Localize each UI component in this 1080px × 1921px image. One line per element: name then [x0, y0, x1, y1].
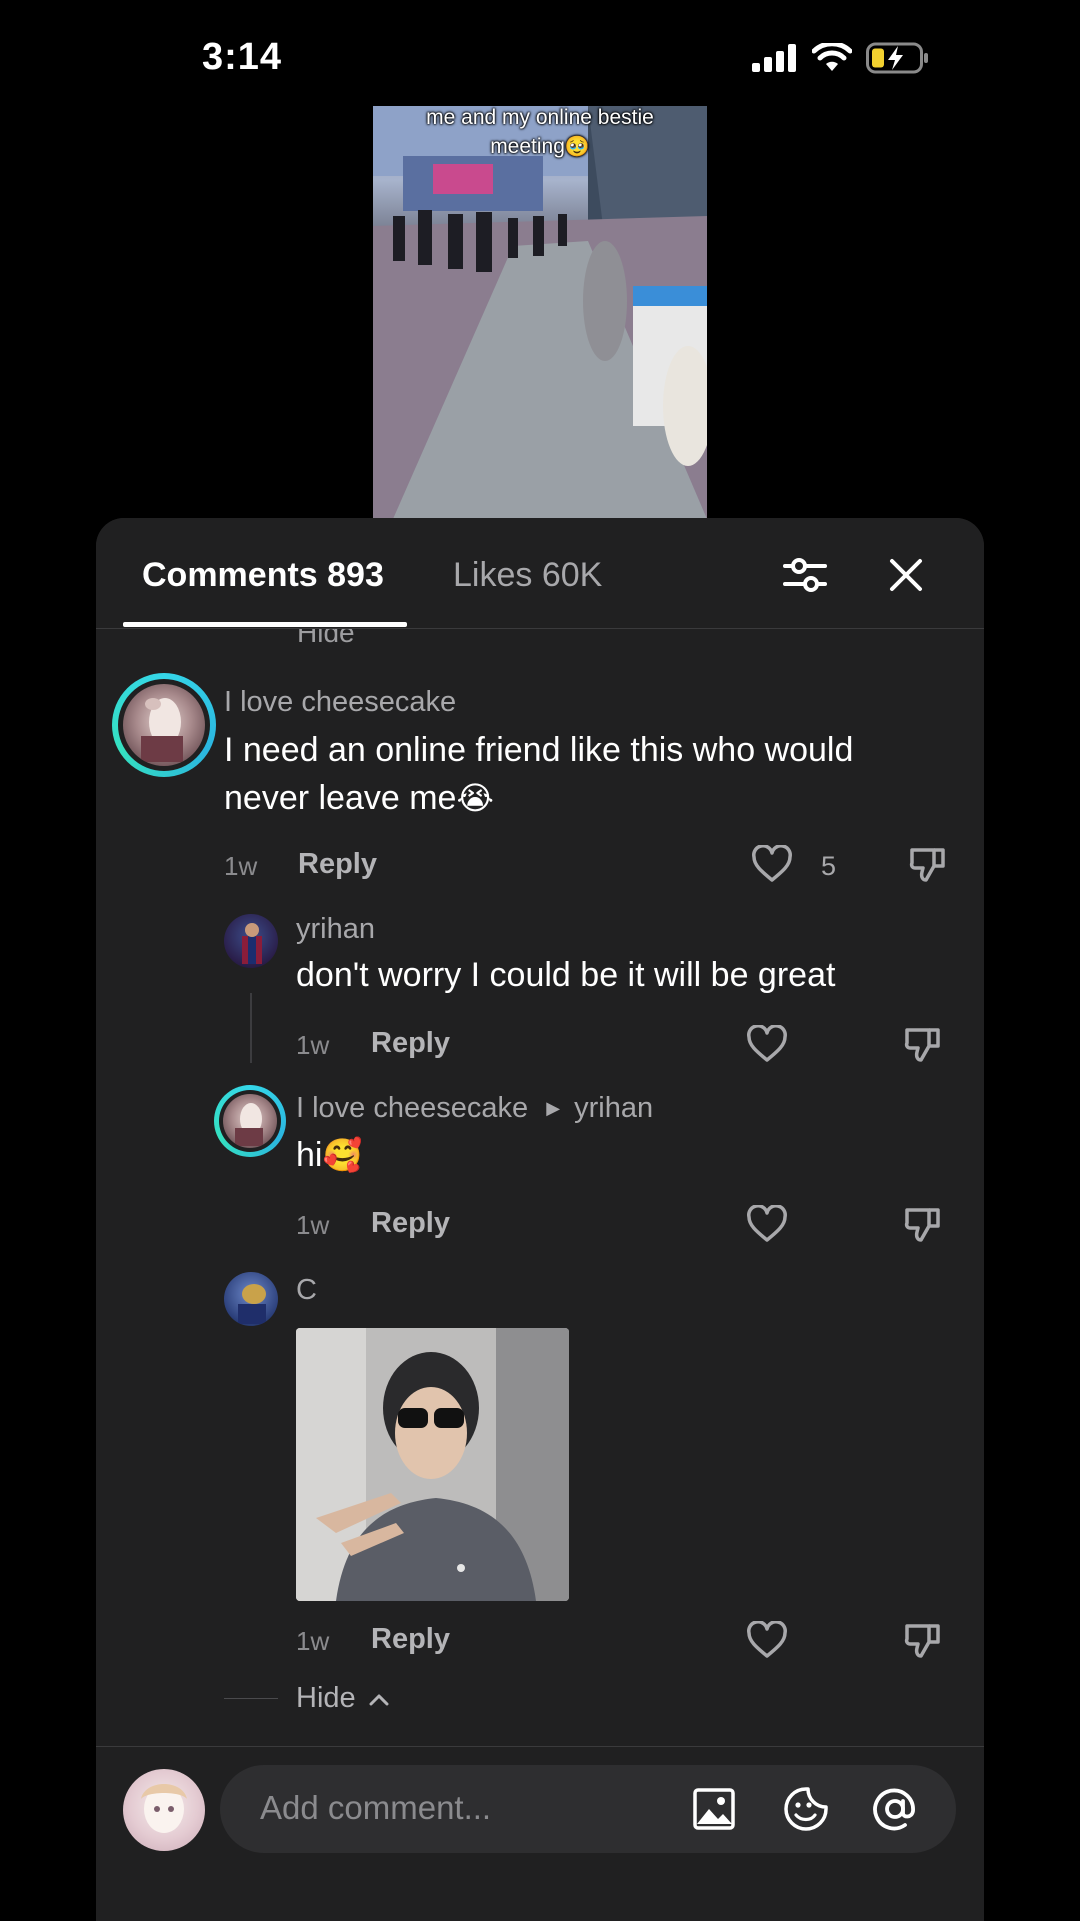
comment-text: don't worry I could be it will be great: [296, 956, 836, 994]
dislike-icon: [909, 848, 945, 882]
dislike-button[interactable]: [899, 1200, 947, 1248]
comment-time: 1w: [224, 851, 258, 881]
comment-image-attachment[interactable]: [296, 1328, 569, 1601]
tab-bar: Comments 893 Likes 60K: [96, 518, 984, 629]
comment-input[interactable]: Add comment...: [220, 1765, 956, 1853]
user-avatar[interactable]: [123, 1769, 205, 1851]
video-frame-illustration: [373, 106, 707, 519]
like-button[interactable]: [743, 1616, 791, 1664]
hide-bottom-label: Hide: [296, 1682, 356, 1714]
caption-emoji: 🥹: [564, 134, 590, 158]
like-count: 5: [821, 851, 837, 881]
status-icons: [752, 42, 930, 74]
tab-comments[interactable]: Comments 893: [142, 556, 384, 595]
reply-button[interactable]: Reply: [298, 848, 377, 881]
comment-username[interactable]: I love cheesecake ▶ yrihan: [296, 1092, 653, 1125]
chevron-up-icon: [369, 1694, 389, 1706]
avatar[interactable]: [224, 914, 278, 968]
dislike-button[interactable]: [899, 1020, 947, 1068]
reply-button[interactable]: Reply: [371, 1207, 450, 1240]
comment-username-text: I love cheesecake: [296, 1092, 529, 1124]
video-caption-line1: me and my online bestie: [426, 106, 654, 129]
avatar[interactable]: [123, 684, 205, 766]
reply-button[interactable]: Reply: [371, 1623, 450, 1656]
comment-text-line1: I need an online friend like this who wo…: [224, 731, 854, 769]
avatar-image: [238, 1284, 266, 1324]
video-caption: me and my online bestie meeting🥹: [373, 106, 707, 161]
dislike-button[interactable]: [904, 840, 952, 888]
status-time: 3:14: [202, 36, 283, 78]
comment-text: hi🥰: [296, 1131, 362, 1179]
reply-to-username[interactable]: yrihan: [574, 1092, 653, 1124]
dislike-icon: [904, 1028, 940, 1062]
comments-panel: Hide ⌃ Comments 893 Likes 60K I love che…: [96, 518, 984, 1921]
signal-icon: [752, 44, 796, 72]
comment-time: 1w: [296, 1030, 330, 1060]
reply-arrow-icon: ▶: [546, 1098, 561, 1118]
comment-composer: Add comment...: [96, 1746, 984, 1921]
at-icon: [873, 1788, 915, 1831]
tab-active-indicator: [123, 622, 407, 627]
avatar-image: [235, 1103, 263, 1146]
hide-divider: [224, 1698, 278, 1699]
hide-replies-button[interactable]: Hide: [296, 1682, 390, 1715]
avatar-image: [141, 698, 183, 762]
comment-text-content: hi: [296, 1136, 323, 1174]
dislike-icon: [904, 1624, 940, 1658]
reply-button[interactable]: Reply: [371, 1027, 450, 1060]
comment-username[interactable]: yrihan: [296, 913, 375, 946]
comment-input-placeholder: Add comment...: [260, 1789, 492, 1826]
wifi-icon: [812, 43, 852, 71]
comment-text: I need an online friend like this who wo…: [224, 726, 853, 822]
close-button[interactable]: [881, 550, 931, 600]
add-sticker-button[interactable]: [782, 1785, 830, 1833]
thread-line: [250, 993, 252, 1063]
battery-charging-icon: [866, 42, 928, 74]
comment-time: 1w: [296, 1210, 330, 1240]
image-icon: [693, 1788, 735, 1830]
sticker-icon: [784, 1787, 828, 1831]
comment-username[interactable]: I love cheesecake: [224, 686, 456, 719]
dislike-icon: [904, 1208, 940, 1242]
heart-icon: [747, 1025, 787, 1062]
mention-button[interactable]: [871, 1785, 919, 1833]
add-image-button[interactable]: [690, 1785, 738, 1833]
comment-emoji: 😭: [456, 779, 494, 817]
heart-icon: [747, 1621, 787, 1658]
filter-button[interactable]: [780, 550, 830, 600]
avatar[interactable]: [223, 1094, 277, 1148]
status-bar: 3:14: [0, 0, 1080, 110]
heart-icon: [747, 1205, 787, 1242]
tab-likes[interactable]: Likes 60K: [453, 556, 602, 595]
close-icon: [890, 559, 922, 591]
comment-time: 1w: [296, 1626, 330, 1656]
like-button[interactable]: [748, 840, 796, 888]
like-button[interactable]: [743, 1020, 791, 1068]
comment-username[interactable]: C: [296, 1274, 317, 1307]
video-caption-line2: meeting: [490, 135, 565, 158]
avatar-image: [141, 1784, 187, 1833]
comment-emoji: 🥰: [322, 1136, 363, 1174]
comment-text-line2: never leave me: [224, 779, 457, 817]
avatar[interactable]: [224, 1272, 278, 1326]
video-preview[interactable]: me and my online bestie meeting🥹: [373, 106, 707, 519]
dislike-button[interactable]: [899, 1616, 947, 1664]
like-button[interactable]: [743, 1200, 791, 1248]
filter-icon: [783, 558, 827, 592]
heart-icon: [752, 845, 792, 882]
avatar-image: [242, 923, 262, 964]
attachment-photo: [296, 1328, 569, 1601]
